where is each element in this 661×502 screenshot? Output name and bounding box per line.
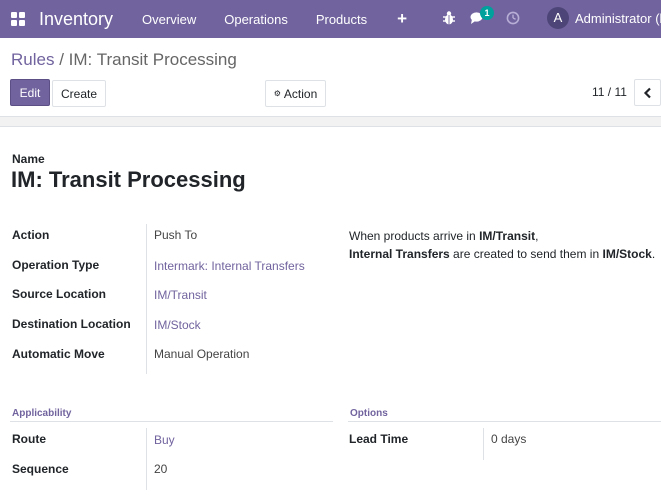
breadcrumb-current: IM: Transit Processing	[68, 50, 237, 69]
previous-record-button[interactable]	[634, 79, 661, 106]
gear-icon: ⚙	[273, 89, 281, 98]
action-button[interactable]: ⚙ Action	[265, 80, 326, 107]
name-label: Name	[12, 152, 45, 166]
field-divider	[146, 224, 147, 374]
applicability-divider	[10, 421, 333, 422]
chat-counter-badge: 1	[480, 6, 494, 20]
app-title[interactable]: Inventory	[39, 9, 113, 30]
menu-operations[interactable]: Operations	[224, 12, 288, 27]
breadcrumb-parent[interactable]: Rules	[11, 50, 54, 69]
field-value-automatic-move: Manual Operation	[154, 347, 250, 361]
chevron-left-icon	[643, 87, 651, 98]
field-label-automatic-move: Automatic Move	[12, 347, 105, 361]
applicability-field-divider	[146, 428, 147, 490]
field-value-destination-location[interactable]: IM/Stock	[154, 318, 201, 332]
menu-overview[interactable]: Overview	[142, 12, 196, 27]
clock-icon[interactable]	[506, 11, 520, 25]
form-top-separator	[0, 116, 661, 127]
avatar[interactable]: A	[547, 7, 569, 29]
applicability-section-title: Applicability	[12, 408, 72, 419]
pager-value[interactable]: 11 / 11	[592, 85, 627, 99]
menu-products[interactable]: Products	[316, 12, 367, 27]
user-menu[interactable]: Administrator (bs	[575, 11, 661, 26]
bug-icon[interactable]	[442, 10, 456, 26]
field-label-source-location: Source Location	[12, 287, 107, 301]
lead-time-label: Lead Time	[349, 432, 409, 446]
options-field-divider	[483, 428, 484, 460]
options-divider	[348, 421, 661, 422]
route-label: Route	[12, 432, 46, 446]
apps-menu-icon[interactable]	[11, 12, 25, 26]
field-label-operation-type: Operation Type	[12, 258, 100, 272]
edit-button[interactable]: Edit	[10, 79, 50, 106]
field-label-destination-location: Destination Location	[12, 317, 131, 331]
action-label: Action	[283, 86, 318, 101]
field-label-action: Action	[12, 228, 50, 242]
lead-time-value: 0 days	[491, 432, 527, 446]
create-button[interactable]: Create	[52, 80, 106, 107]
sequence-value: 20	[154, 462, 168, 476]
breadcrumb: Rules / IM: Transit Processing	[11, 50, 237, 70]
sequence-label: Sequence	[12, 462, 69, 476]
route-value[interactable]: Buy	[154, 433, 175, 447]
field-value-source-location[interactable]: IM/Transit	[154, 288, 207, 302]
plus-icon[interactable]: +	[397, 9, 407, 29]
breadcrumb-separator: /	[59, 50, 64, 69]
field-value-operation-type[interactable]: Intermark: Internal Transfers	[154, 259, 305, 273]
field-value-action: Push To	[154, 228, 198, 242]
record-title: IM: Transit Processing	[11, 167, 246, 192]
options-section-title: Options	[350, 408, 388, 419]
rule-description: When products arrive in IM/Transit, Inter…	[349, 229, 656, 261]
